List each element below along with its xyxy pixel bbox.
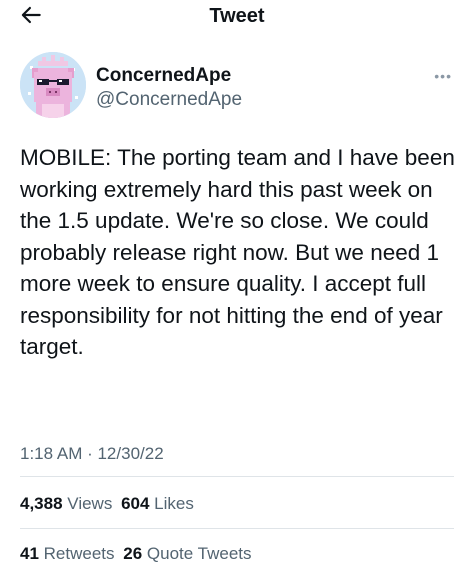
- pixel-pig-avatar-icon: [20, 52, 86, 118]
- retweets-stat[interactable]: 41 Retweets: [20, 544, 115, 562]
- avatar[interactable]: [20, 52, 86, 118]
- author-handle[interactable]: @ConcernedApe: [96, 89, 242, 111]
- ellipsis-icon: •••: [434, 68, 452, 84]
- author-display-name[interactable]: ConcernedApe: [96, 65, 231, 87]
- likes-stat[interactable]: 604 Likes: [121, 494, 194, 513]
- likes-count: 604: [121, 494, 150, 513]
- quotes-label: Quote Tweets: [146, 544, 252, 562]
- page-title: Tweet: [209, 5, 265, 27]
- stats-views-likes: 4,388 Views 604 Likes: [20, 494, 198, 514]
- quote-tweets-stat[interactable]: 26 Quote Tweets: [123, 544, 251, 562]
- tweet-timestamp[interactable]: 1:18 AM · 12/30/22: [20, 444, 164, 464]
- divider: [20, 476, 454, 477]
- retweets-label: Retweets: [43, 544, 115, 562]
- likes-label: Likes: [154, 494, 194, 513]
- views-count: 4,388: [20, 494, 63, 513]
- tweet-author: ConcernedApe @ConcernedApe •••: [20, 52, 454, 122]
- retweets-count: 41: [20, 544, 39, 562]
- tweet-text: MOBILE: The porting team and I have been…: [20, 145, 455, 359]
- stats-retweets-quotes: 41 Retweets 26 Quote Tweets: [20, 544, 256, 562]
- divider: [20, 528, 454, 529]
- more-options-button[interactable]: •••: [434, 68, 452, 84]
- quotes-count: 26: [123, 544, 143, 562]
- views-label: Views: [67, 494, 113, 513]
- views-stat[interactable]: 4,388 Views: [20, 494, 112, 513]
- top-bar: Tweet: [0, 0, 474, 32]
